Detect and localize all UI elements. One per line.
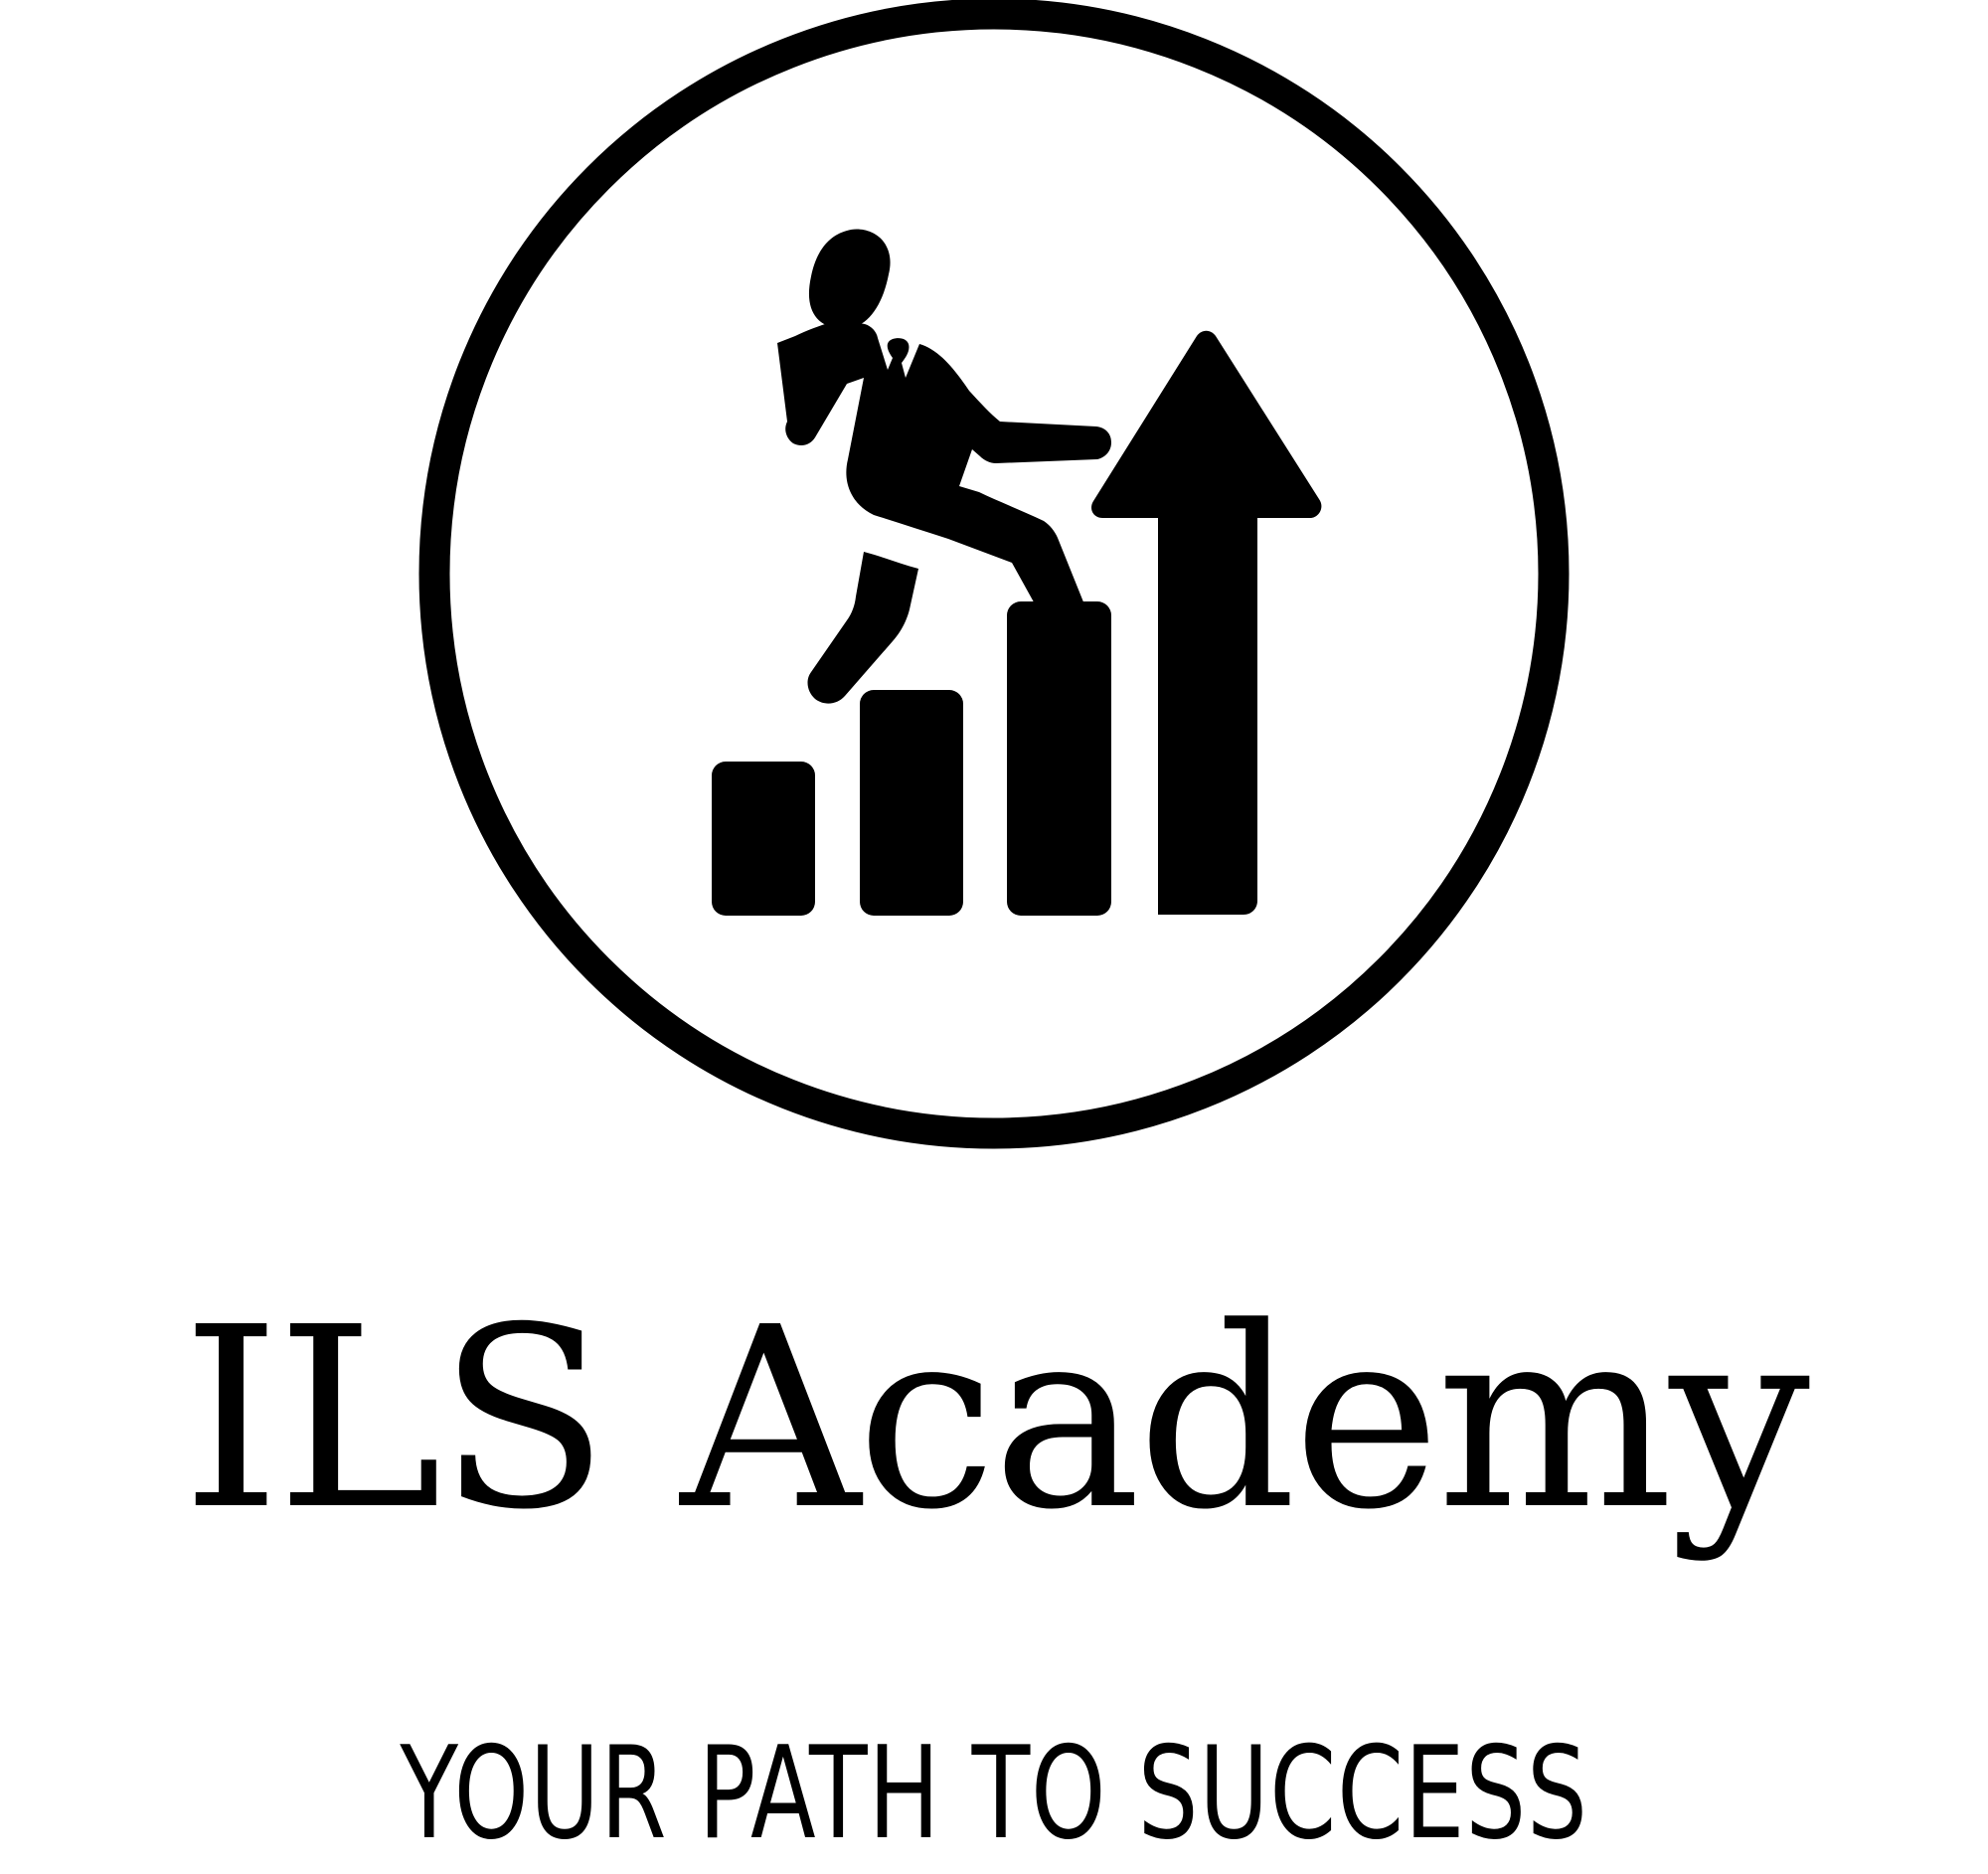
person-torso — [777, 320, 1111, 648]
logo-mark — [418, 0, 1570, 1149]
person-head — [808, 229, 891, 330]
chart-bar-1 — [712, 762, 815, 916]
person-leg — [807, 552, 918, 704]
chart-bar-3 — [1007, 601, 1111, 916]
chart-bar-2 — [860, 690, 963, 916]
arrow-up-icon — [1091, 330, 1322, 915]
tagline: YOUR PATH TO SUCCESS — [400, 1720, 1588, 1868]
brand-name: ILS Academy — [181, 1275, 1810, 1565]
logo-ring — [418, 0, 1570, 1149]
